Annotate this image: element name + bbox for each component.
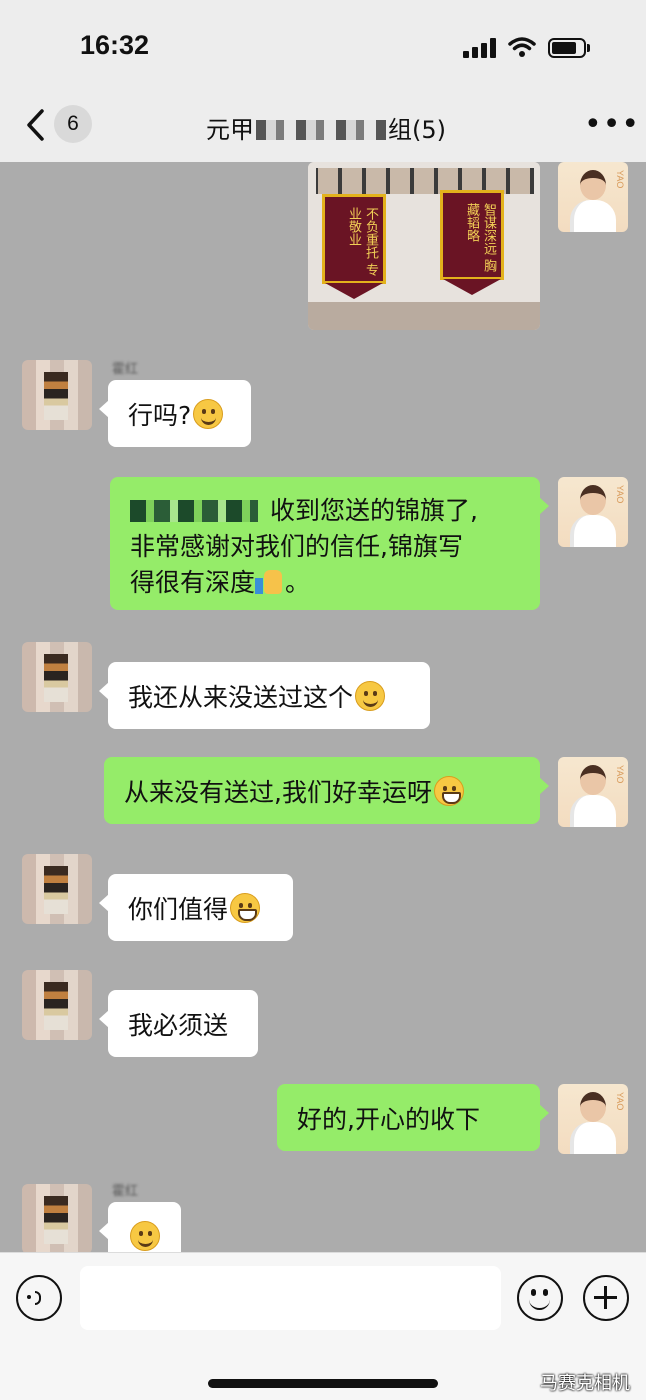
mosaic-redaction xyxy=(130,500,258,522)
message-bubble[interactable] xyxy=(99,1202,181,1252)
home-indicator xyxy=(208,1379,438,1388)
message-bubble[interactable]: 我必须送 xyxy=(99,990,258,1057)
sender-avatar[interactable] xyxy=(22,970,92,1040)
more-options-button[interactable]: ••• xyxy=(584,110,640,140)
self-avatar[interactable]: YAO xyxy=(558,757,628,827)
chat-title-start: 元甲 xyxy=(206,116,254,144)
self-avatar[interactable]: YAO xyxy=(558,1084,628,1154)
message-text: 好的,开心的收下 xyxy=(297,1104,480,1134)
chat-header: 6 元甲 组(5) ••• xyxy=(0,90,646,162)
message-text: 我必须送 xyxy=(128,1010,229,1040)
status-time: 16:32 xyxy=(80,30,150,60)
sender-name: 霍红 xyxy=(112,1184,139,1199)
sender-avatar[interactable] xyxy=(22,642,92,712)
status-bar: 16:32 xyxy=(0,0,646,90)
sender-avatar[interactable] xyxy=(22,1184,92,1252)
thumbs-up-icon xyxy=(255,566,285,596)
pennant-2: 智谋深远 胸藏韬略 xyxy=(440,190,504,295)
message-bubble-self[interactable]: 从来没有送过,我们好幸运呀 xyxy=(104,757,549,824)
message-text: 我还从来没送过这个 xyxy=(128,682,354,712)
message-text: 你们值得 xyxy=(128,894,229,924)
message-bubble[interactable]: 行吗? xyxy=(99,380,251,447)
sender-avatar[interactable] xyxy=(22,854,92,924)
voice-input-button[interactable] xyxy=(16,1275,62,1321)
self-avatar[interactable]: YAO xyxy=(558,162,628,232)
message-text: 从来没有送过,我们好幸运呀 xyxy=(124,777,432,807)
back-chevron-icon[interactable] xyxy=(22,108,50,142)
laughing-crying-face-icon xyxy=(355,680,386,711)
message-text-tail: 。 xyxy=(285,568,311,597)
battery-icon xyxy=(548,38,590,58)
voice-icon xyxy=(27,1291,41,1305)
chat-title: 元甲 组(5) xyxy=(206,110,446,145)
message-list[interactable]: 不负重托 专业敬业 智谋深远 胸藏韬略 YAO 霍红 行吗? YAO 收到您送的… xyxy=(0,162,646,1252)
thinking-face-icon xyxy=(193,398,224,429)
more-actions-button[interactable] xyxy=(583,1275,629,1321)
cellular-signal-icon xyxy=(463,38,497,58)
image-message-pennants[interactable]: 不负重托 专业敬业 智谋深远 胸藏韬略 xyxy=(308,162,540,330)
message-bubble[interactable]: 你们值得 xyxy=(99,874,293,941)
unread-count-badge[interactable]: 6 xyxy=(54,105,92,143)
pennant-1: 不负重托 专业敬业 xyxy=(322,194,386,299)
message-text: 行吗? xyxy=(128,400,192,430)
input-bar: 马赛克相机 xyxy=(0,1252,646,1400)
mosaic-redaction xyxy=(256,120,386,140)
emoji-button[interactable] xyxy=(517,1275,563,1321)
message-input[interactable] xyxy=(80,1266,501,1330)
watermark: 马赛克相机 xyxy=(540,1373,630,1394)
message-bubble[interactable]: 我还从来没送过这个 xyxy=(99,662,430,729)
message-bubble-self[interactable]: 收到您送的锦旗了, 非常感谢对我们的信任,锦旗写 得很有深度。 xyxy=(110,477,549,610)
sender-avatar[interactable] xyxy=(22,360,92,430)
smiling-face-icon xyxy=(130,1220,160,1251)
message-text-line: 收到您送的锦旗了, xyxy=(270,496,478,525)
grinning-face-icon xyxy=(433,775,464,806)
message-text-line: 得很有深度 xyxy=(130,568,256,597)
grinning-face-icon xyxy=(230,892,261,923)
chat-title-end: 组(5) xyxy=(388,116,446,144)
wifi-icon xyxy=(508,37,536,57)
sender-name: 霍红 xyxy=(112,362,139,377)
self-avatar[interactable]: YAO xyxy=(558,477,628,547)
message-bubble-self[interactable]: 好的,开心的收下 xyxy=(277,1084,549,1151)
message-text-line: 非常感谢对我们的信任,锦旗写 xyxy=(130,532,463,561)
